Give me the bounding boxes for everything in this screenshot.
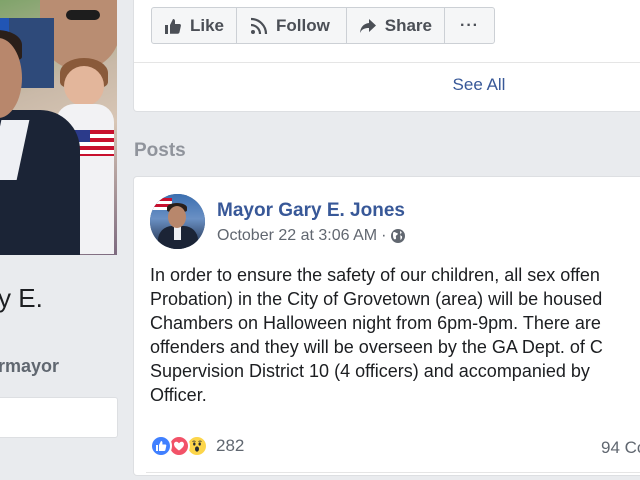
thumbs-up-icon	[164, 16, 183, 36]
share-arrow-icon	[359, 16, 378, 36]
profile-name: y E.	[0, 283, 43, 313]
photo-person	[64, 66, 104, 106]
posts-heading: Posts	[134, 140, 186, 161]
divider	[134, 62, 640, 63]
more-options-button[interactable]: ···	[444, 7, 495, 44]
post-meta: October 22 at 3:06 AM ·	[217, 227, 406, 245]
avatar-shirt	[174, 226, 181, 240]
more-dots-icon: ···	[460, 16, 479, 34]
post-body-line: Supervision District 10 (4 officers) and…	[150, 361, 590, 381]
post-body-line: In order to ensure the safety of our chi…	[150, 265, 600, 285]
share-label: Share	[384, 15, 432, 35]
meta-separator: ·	[381, 227, 387, 244]
profile-photo[interactable]	[0, 0, 117, 255]
follow-button[interactable]: Follow	[236, 7, 347, 44]
comments-count[interactable]: 94 Co	[601, 438, 640, 458]
action-bar: Like Follow Share ···	[151, 7, 495, 44]
post-body-text: In order to ensure the safety of our chi…	[150, 263, 640, 407]
page-actions-card: Like Follow Share ···	[133, 0, 640, 112]
like-button[interactable]: Like	[151, 7, 237, 44]
follow-label: Follow	[276, 15, 330, 35]
share-button[interactable]: Share	[346, 7, 445, 44]
profile-handle[interactable]: rmayor	[0, 356, 59, 377]
avatar-head	[168, 206, 186, 228]
profile-button[interactable]	[0, 397, 118, 438]
post-timestamp[interactable]: October 22 at 3:06 AM	[217, 227, 377, 245]
divider	[146, 472, 640, 473]
post-body-line: Probation) in the City of Grovetown (are…	[150, 289, 603, 309]
rss-icon	[249, 16, 269, 36]
reaction-count: 282	[216, 436, 245, 455]
globe-icon[interactable]	[390, 228, 406, 244]
author-avatar[interactable]	[150, 194, 205, 249]
post-author-name[interactable]: Mayor Gary E. Jones	[217, 200, 405, 222]
post-body-line: offenders and they will be overseen by t…	[150, 337, 603, 357]
reactions-summary[interactable]: 282	[150, 435, 244, 457]
photo-detail	[66, 10, 100, 20]
post-body-line: Officer.	[150, 385, 207, 405]
see-all-link[interactable]: See All	[133, 75, 640, 95]
post-card: Mayor Gary E. Jones October 22 at 3:06 A…	[133, 176, 640, 476]
like-reaction-icon	[150, 435, 172, 457]
post-body-line: Chambers on Halloween night from 6pm-9pm…	[150, 313, 601, 333]
left-column: y E. rmayor	[0, 0, 133, 480]
like-label: Like	[189, 15, 224, 35]
